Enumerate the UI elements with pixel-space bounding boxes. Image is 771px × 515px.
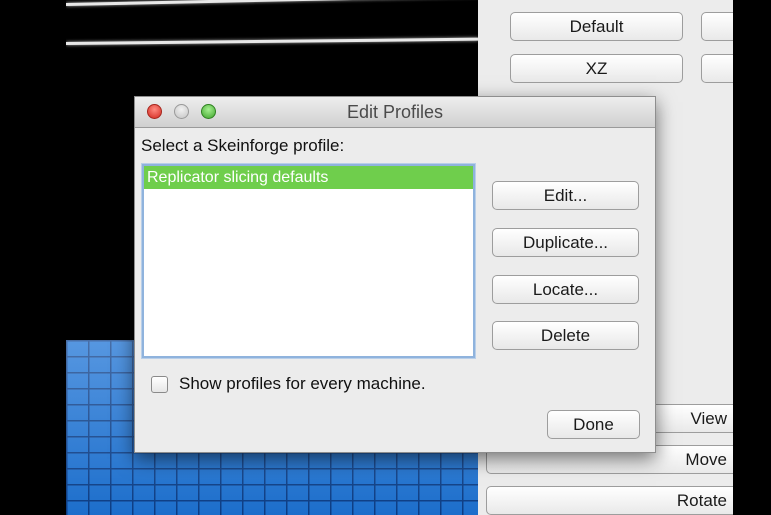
show-all-machines-label: Show profiles for every machine. [179, 374, 426, 393]
rotate-mode-button[interactable]: Rotate [486, 486, 744, 515]
profile-list[interactable]: Replicator slicing defaults [142, 164, 475, 358]
default-view-button[interactable]: Default [510, 12, 683, 41]
screen-edge [733, 0, 771, 515]
show-all-machines-option[interactable]: Show profiles for every machine. [151, 374, 426, 394]
edit-profiles-dialog: Edit Profiles Select a Skeinforge profil… [134, 96, 656, 453]
dialog-titlebar[interactable]: Edit Profiles [135, 97, 655, 128]
lower-guide-line [66, 37, 478, 45]
xz-view-button[interactable]: XZ [510, 54, 683, 83]
profile-list-item-selected[interactable]: Replicator slicing defaults [144, 166, 473, 189]
profile-prompt-label: Select a Skeinforge profile: [141, 136, 345, 155]
delete-profile-button[interactable]: Delete [492, 321, 639, 350]
duplicate-profile-button[interactable]: Duplicate... [492, 228, 639, 257]
upper-guide-line [66, 0, 478, 6]
done-button[interactable]: Done [547, 410, 640, 439]
show-all-machines-checkbox[interactable] [151, 375, 168, 393]
locate-profile-button[interactable]: Locate... [492, 275, 639, 304]
edit-profile-button[interactable]: Edit... [492, 181, 639, 210]
dialog-title: Edit Profiles [346, 102, 444, 122]
